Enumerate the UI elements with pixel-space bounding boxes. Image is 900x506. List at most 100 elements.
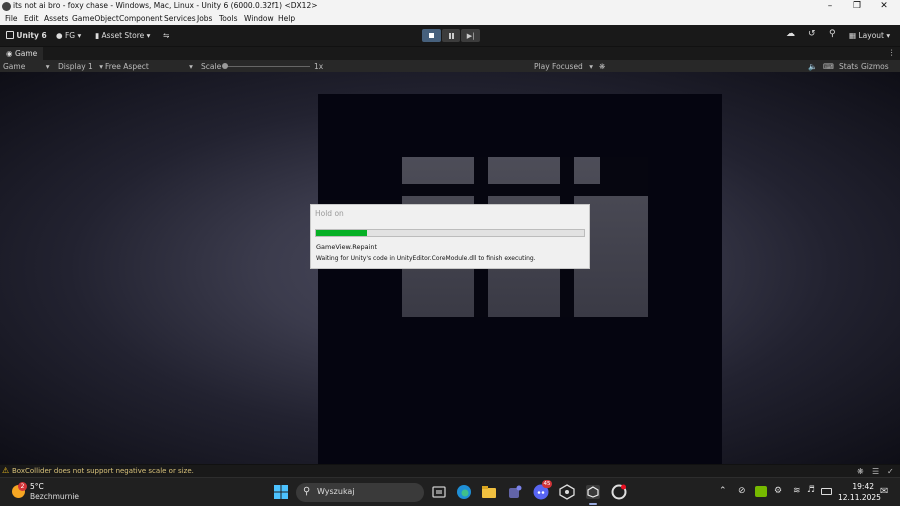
scale-slider-track[interactable] <box>224 66 310 67</box>
layout-label: Layout <box>858 31 884 40</box>
tab-game[interactable]: ◉ Game <box>0 47 44 60</box>
menu-services[interactable]: Services <box>164 14 196 23</box>
stats-button[interactable]: Stats <box>839 62 858 71</box>
debug-icon[interactable]: ❋ <box>857 467 864 476</box>
account-dropdown[interactable]: ● FG ▾ <box>56 31 81 40</box>
play-controls: ▶| <box>422 29 481 42</box>
step-icon: ▶| <box>466 31 475 40</box>
discord-badge: 45 <box>542 480 552 488</box>
progress-bar <box>315 229 585 237</box>
menu-jobs[interactable]: Jobs <box>197 14 212 23</box>
close-icon[interactable]: ✕ <box>870 0 898 13</box>
unity-app-icon <box>2 2 11 11</box>
window-tab-bar: ◉ Game ⋮ <box>0 47 900 60</box>
menu-tools[interactable]: Tools <box>219 14 237 23</box>
start-button[interactable] <box>273 484 289 500</box>
stop-icon <box>428 33 434 38</box>
console-status-bar[interactable]: ⚠ BoxCollider does not support negative … <box>0 464 900 477</box>
layout-icon: ▦ <box>849 31 857 40</box>
asset-store-label: Asset Store <box>101 31 145 40</box>
weather-description: Bezchmurnie <box>30 492 80 501</box>
warning-icon: ⚠ <box>2 466 10 475</box>
game-mode-dropdown[interactable]: Game ▾ <box>3 62 49 71</box>
history-icon[interactable]: ↺ <box>808 29 816 39</box>
chevron-up-icon[interactable]: ⌃ <box>719 486 727 496</box>
minimize-icon[interactable]: – <box>816 0 844 13</box>
stack-icon[interactable]: ☰ <box>872 467 879 476</box>
active-app-indicator <box>589 503 597 505</box>
shopping-bag-icon: ▮ <box>95 31 100 40</box>
clock-date[interactable]: 12.11.2025 <box>838 493 881 502</box>
opera-gx-icon[interactable] <box>611 484 627 500</box>
gamepad-icon: ◉ <box>6 49 13 58</box>
cloud-icon[interactable]: ☁ <box>786 29 795 39</box>
version-control-icon[interactable]: ⇋ <box>163 31 169 40</box>
display-dropdown[interactable]: Display 1 ▾ <box>58 62 103 71</box>
layout-dropdown[interactable]: ▦ Layout ▾ <box>849 31 890 40</box>
menu-edit[interactable]: Edit <box>24 14 39 23</box>
dialog-title: Hold on <box>315 209 344 218</box>
gizmos-button[interactable]: Gizmos <box>861 62 889 71</box>
mute-audio-icon[interactable]: 🔈 <box>808 62 817 71</box>
display-label: Display 1 <box>58 62 93 71</box>
unity-hub-icon[interactable] <box>559 484 575 500</box>
menu-window[interactable]: Window <box>244 14 274 23</box>
taskbar-search[interactable]: ⚲ Wyszukaj <box>296 483 424 502</box>
chevron-down-icon: ▾ <box>99 62 103 71</box>
check-icon[interactable]: ✓ <box>887 467 894 476</box>
progress-fill <box>316 230 367 236</box>
scale-slider-handle[interactable] <box>222 63 228 69</box>
status-warning-text: BoxCollider does not support negative sc… <box>12 467 194 475</box>
menu-file[interactable]: File <box>5 14 18 23</box>
restore-icon[interactable]: ❐ <box>843 0 871 13</box>
steam-icon[interactable]: ⚙ <box>774 486 782 496</box>
discord-icon[interactable]: 45 <box>533 480 552 500</box>
unity-editor-icon[interactable] <box>585 484 601 505</box>
dialog-message: Waiting for Unity's code in UnityEditor.… <box>316 255 536 262</box>
notifications-icon[interactable]: ✉ <box>880 486 888 497</box>
hold-on-dialog: Hold on GameView.Repaint Waiting for Uni… <box>310 204 590 269</box>
menu-bar: File Edit Assets GameObject Component Se… <box>0 13 900 25</box>
unity-menu-button[interactable]: Unity 6 <box>6 31 47 40</box>
step-button[interactable]: ▶| <box>461 29 481 42</box>
menu-gameobject[interactable]: GameObject <box>72 14 119 23</box>
nvidia-icon[interactable] <box>755 486 767 497</box>
scale-label: Scale <box>201 62 222 71</box>
game-mode-label: Game <box>3 62 26 71</box>
file-explorer-icon[interactable] <box>481 484 497 500</box>
aspect-dropdown[interactable]: Free Aspect ▾ <box>105 62 193 71</box>
chevron-down-icon: ▾ <box>77 31 82 40</box>
menu-help[interactable]: Help <box>278 14 295 23</box>
search-icon[interactable]: ⚲ <box>829 29 836 39</box>
menu-component[interactable]: Component <box>119 14 163 23</box>
network-off-icon[interactable]: ⊘ <box>738 486 746 496</box>
search-icon: ⚲ <box>303 486 311 497</box>
edge-browser-icon[interactable] <box>456 484 472 500</box>
more-options-icon[interactable]: ⋮ <box>888 48 896 57</box>
play-focused-dropdown[interactable]: Play Focused ▾ <box>534 62 593 71</box>
keyboard-icon[interactable]: ⌨ <box>823 62 834 71</box>
bug-icon[interactable]: ❋ <box>599 62 605 71</box>
pause-icon <box>448 32 454 39</box>
account-icon: ● <box>56 31 63 40</box>
unity-logo-icon <box>6 31 14 39</box>
chevron-down-icon: ▾ <box>589 62 593 71</box>
play-focused-label: Play Focused <box>534 62 583 71</box>
wifi-icon[interactable]: ≋ <box>793 486 801 496</box>
weather-badge: 2 <box>18 482 27 491</box>
clock-time[interactable]: 19:42 <box>848 482 874 491</box>
play-button[interactable] <box>422 29 441 42</box>
game-view-toolbar: Game ▾ Display 1 ▾ Free Aspect ▾ Scale 1… <box>0 60 900 72</box>
windows-logo-icon <box>274 485 288 499</box>
task-view-icon[interactable] <box>431 484 447 500</box>
weather-temperature: 5°C <box>30 482 44 491</box>
asset-store-button[interactable]: ▮ Asset Store ▾ <box>95 31 150 40</box>
unity-label: Unity 6 <box>16 31 47 40</box>
volume-icon[interactable]: ♬ <box>807 485 815 495</box>
title-bar: its not ai bro - foxy chase - Windows, M… <box>0 0 900 13</box>
menu-assets[interactable]: Assets <box>44 14 68 23</box>
windows-taskbar: 2 5°C Bezchmurnie ⚲ Wyszukaj 45 ⌃ ⊘ ⚙ ≋ … <box>0 477 900 506</box>
teams-icon[interactable] <box>507 484 523 500</box>
battery-icon[interactable] <box>821 488 832 495</box>
pause-button[interactable] <box>441 29 461 42</box>
